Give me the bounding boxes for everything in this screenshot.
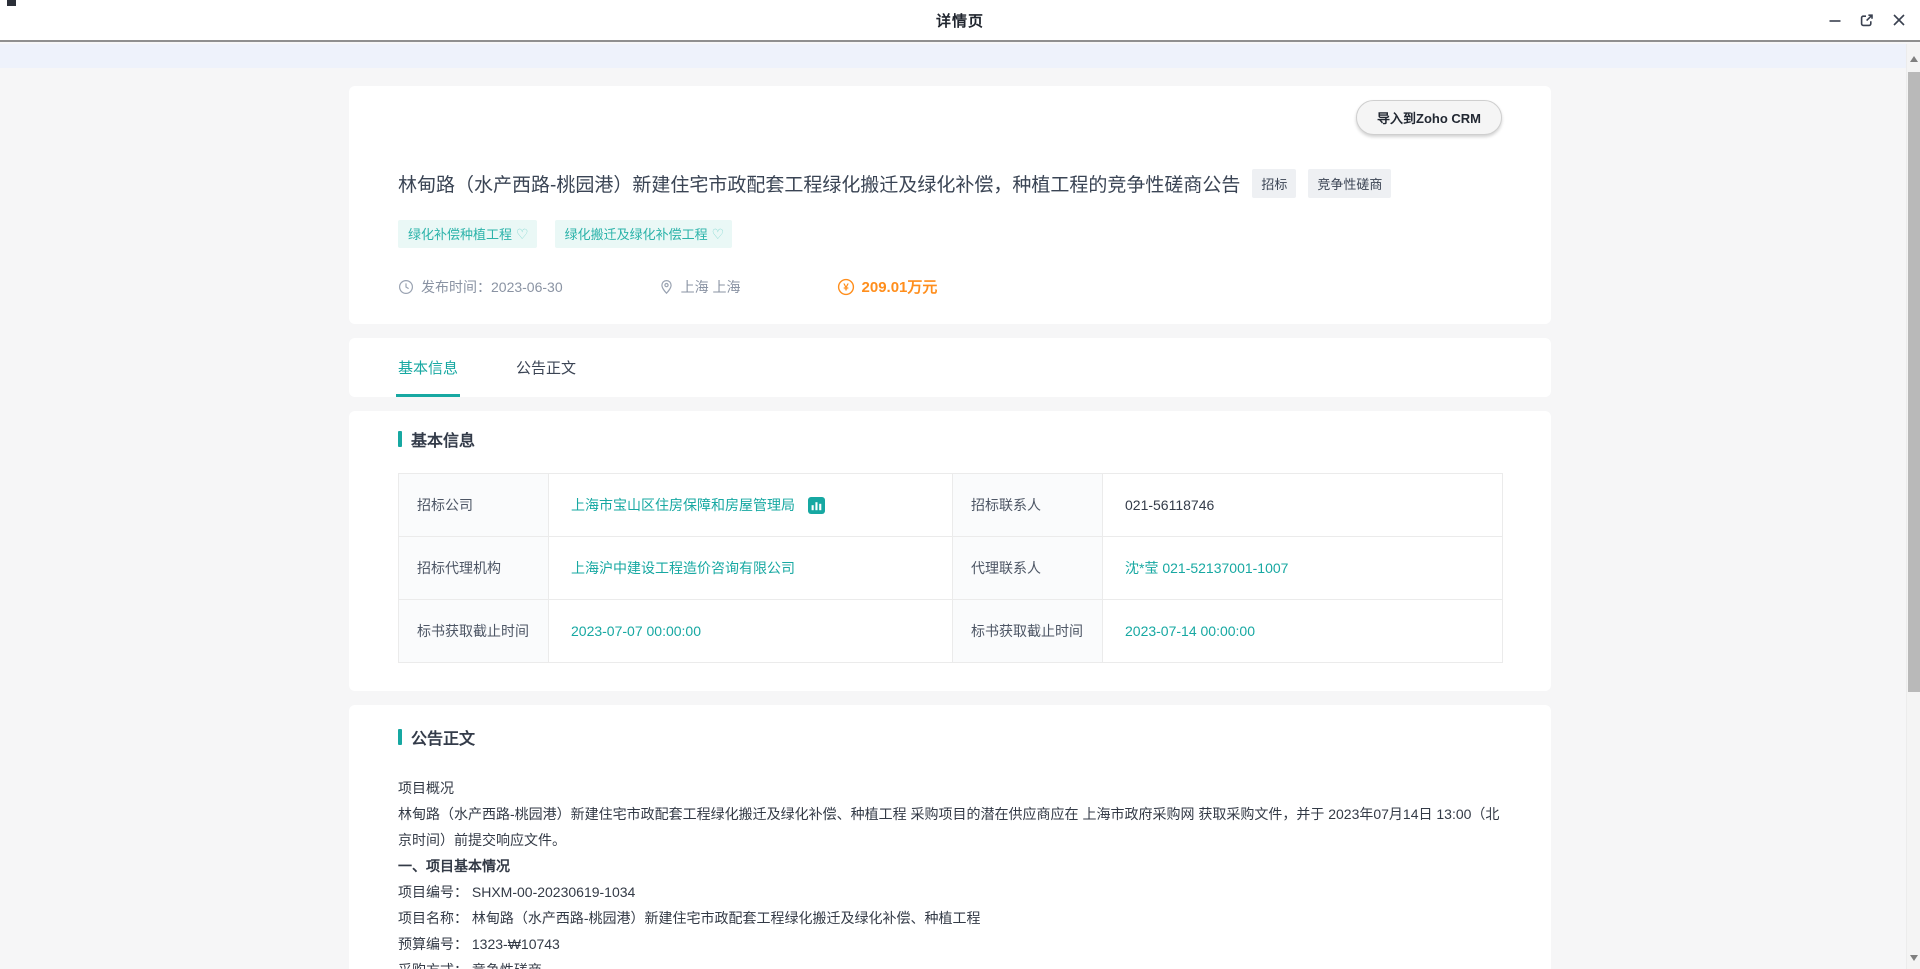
import-to-zoho-crm-button[interactable]: 导入到Zoho CRM xyxy=(1356,100,1502,135)
table-row: 招标代理机构 上海沪中建设工程造价咨询有限公司 代理联系人 沈*莹 021-52… xyxy=(399,537,1503,600)
svg-text:¥: ¥ xyxy=(843,282,849,293)
vertical-scrollbar[interactable] xyxy=(1906,44,1920,969)
doc-deadline-2-text: 2023-07-14 00:00:00 xyxy=(1125,623,1255,639)
scroll-down-arrow[interactable] xyxy=(1910,955,1918,961)
close-icon xyxy=(1892,13,1906,27)
bidding-agency-link[interactable]: 上海沪中建设工程造价咨询有限公司 xyxy=(571,560,795,576)
table-row: 招标公司 上海市宝山区住房保障和房屋管理局 xyxy=(399,474,1503,537)
yen-circle-icon: ¥ xyxy=(837,278,855,296)
announcement-line: 项目概况 xyxy=(398,775,1502,801)
announcement-section-head: 公告正文 xyxy=(398,725,1502,749)
announcement-line: 项目名称： 林甸路（水产西路-桃园港）新建住宅市政配套工程绿化搬迁及绿化补偿、种… xyxy=(398,905,1502,931)
value-doc-deadline-1: 2023-07-07 00:00:00 xyxy=(549,600,953,663)
tags-row: 绿化补偿种植工程 ♡ 绿化搬迁及绿化补偿工程 ♡ xyxy=(398,220,1502,248)
value-bidding-contact: 021-56118746 xyxy=(1103,474,1503,537)
clock-icon xyxy=(398,279,414,295)
label-bidding-contact: 招标联系人 xyxy=(953,474,1103,537)
announcement-body: 项目概况 林甸路（水产西路-桃园港）新建住宅市政配套工程绿化搬迁及绿化补偿、种植… xyxy=(398,775,1502,969)
title-row: 林甸路（水产西路-桃园港）新建住宅市政配套工程绿化搬迁及绿化补偿，种植工程的竞争… xyxy=(398,169,1502,198)
scrollbar-thumb[interactable] xyxy=(1908,72,1920,692)
keyword-tag[interactable]: 绿化搬迁及绿化补偿工程 ♡ xyxy=(555,220,733,248)
publish-date: 发布时间：2023-06-30 xyxy=(398,277,563,297)
page-title: 林甸路（水产西路-桃园港）新建住宅市政配套工程绿化搬迁及绿化补偿，种植工程的竞争… xyxy=(398,170,1240,197)
minimize-button[interactable] xyxy=(1826,12,1843,29)
restore-button[interactable] xyxy=(1858,12,1875,29)
location-text: 上海 上海 xyxy=(681,277,741,297)
label-bidding-agency: 招标代理机构 xyxy=(399,537,549,600)
favorite-heart-icon[interactable]: ♡ xyxy=(516,227,529,241)
tabs-bar: 基本信息 公告正文 xyxy=(349,338,1551,397)
window-corner-artifact xyxy=(7,0,16,6)
window-controls xyxy=(1826,0,1907,40)
label-bidding-company: 招标公司 xyxy=(399,474,549,537)
tab-basic-info[interactable]: 基本信息 xyxy=(398,338,458,397)
header-card: 导入到Zoho CRM 林甸路（水产西路-桃园港）新建住宅市政配套工程绿化搬迁及… xyxy=(349,86,1551,324)
top-highlight-strip xyxy=(0,44,1906,68)
window-title: 详情页 xyxy=(936,10,984,31)
restore-icon xyxy=(1859,13,1874,28)
meta-row: 发布时间：2023-06-30 上海 上海 ¥ xyxy=(398,276,1502,297)
basic-info-card: 基本信息 招标公司 上海市宝山区住房保障和房屋管理局 xyxy=(349,411,1551,691)
badge-procurement-method: 竞争性磋商 xyxy=(1308,169,1391,198)
favorite-heart-icon[interactable]: ♡ xyxy=(712,227,725,241)
scroll-up-arrow[interactable] xyxy=(1910,56,1918,62)
keyword-tag[interactable]: 绿化补偿种植工程 ♡ xyxy=(398,220,537,248)
basic-info-section-head: 基本信息 xyxy=(398,427,1502,451)
cards-column: 导入到Zoho CRM 林甸路（水产西路-桃园港）新建住宅市政配套工程绿化搬迁及… xyxy=(349,86,1551,969)
section-accent-bar xyxy=(398,431,402,447)
basic-info-section-title: 基本信息 xyxy=(411,427,475,451)
basic-info-table: 招标公司 上海市宝山区住房保障和房屋管理局 xyxy=(398,473,1503,663)
location: 上海 上海 xyxy=(659,277,741,297)
minimize-icon xyxy=(1828,13,1842,27)
value-agency-contact: 沈*莹 021-52137001-1007 xyxy=(1103,537,1503,600)
label-doc-deadline-2: 标书获取截止时间 xyxy=(953,600,1103,663)
detail-page-content: 导入到Zoho CRM 林甸路（水产西路-桃园港）新建住宅市政配套工程绿化搬迁及… xyxy=(0,44,1920,969)
announcement-line: 林甸路（水产西路-桃园港）新建住宅市政配套工程绿化搬迁及绿化补偿、种植工程 采购… xyxy=(398,801,1502,853)
budget-amount: ¥ 209.01万元 xyxy=(837,276,938,297)
section-accent-bar xyxy=(398,729,402,745)
action-row: 导入到Zoho CRM xyxy=(398,100,1502,135)
keyword-tag-label: 绿化搬迁及绿化补偿工程 xyxy=(565,224,708,243)
value-doc-deadline-2: 2023-07-14 00:00:00 xyxy=(1103,600,1503,663)
table-row: 标书获取截止时间 2023-07-07 00:00:00 标书获取截止时间 20… xyxy=(399,600,1503,663)
announcement-section-title: 公告正文 xyxy=(411,725,475,749)
value-bidding-agency: 上海沪中建设工程造价咨询有限公司 xyxy=(549,537,953,600)
budget-amount-text: 209.01万元 xyxy=(862,276,938,297)
window-titlebar: 详情页 xyxy=(0,0,1920,42)
publish-date-text: 发布时间：2023-06-30 xyxy=(421,277,563,297)
label-agency-contact: 代理联系人 xyxy=(953,537,1103,600)
agency-contact-link[interactable]: 沈*莹 021-52137001-1007 xyxy=(1125,560,1288,576)
label-doc-deadline-1: 标书获取截止时间 xyxy=(399,600,549,663)
bar-chart-icon xyxy=(808,497,825,514)
announcement-line: 采购方式： 竞争性磋商 xyxy=(398,957,1502,969)
tab-announcement-text[interactable]: 公告正文 xyxy=(516,338,576,397)
announcement-line: 预算编号： 1323-₩10743 xyxy=(398,931,1502,957)
company-analytics-button[interactable] xyxy=(808,497,825,514)
announcement-line: 项目编号： SHXM-00-20230619-1034 xyxy=(398,879,1502,905)
location-pin-icon xyxy=(659,279,674,295)
keyword-tag-label: 绿化补偿种植工程 xyxy=(408,224,512,243)
value-bidding-company: 上海市宝山区住房保障和房屋管理局 xyxy=(549,474,953,537)
badge-bid-type: 招标 xyxy=(1252,169,1296,198)
announcement-card: 公告正文 项目概况 林甸路（水产西路-桃园港）新建住宅市政配套工程绿化搬迁及绿化… xyxy=(349,705,1551,969)
bidding-company-link[interactable]: 上海市宝山区住房保障和房屋管理局 xyxy=(571,495,795,515)
close-button[interactable] xyxy=(1890,12,1907,29)
doc-deadline-1-text: 2023-07-07 00:00:00 xyxy=(571,623,701,639)
announcement-line: 一、项目基本情况 xyxy=(398,853,1502,879)
